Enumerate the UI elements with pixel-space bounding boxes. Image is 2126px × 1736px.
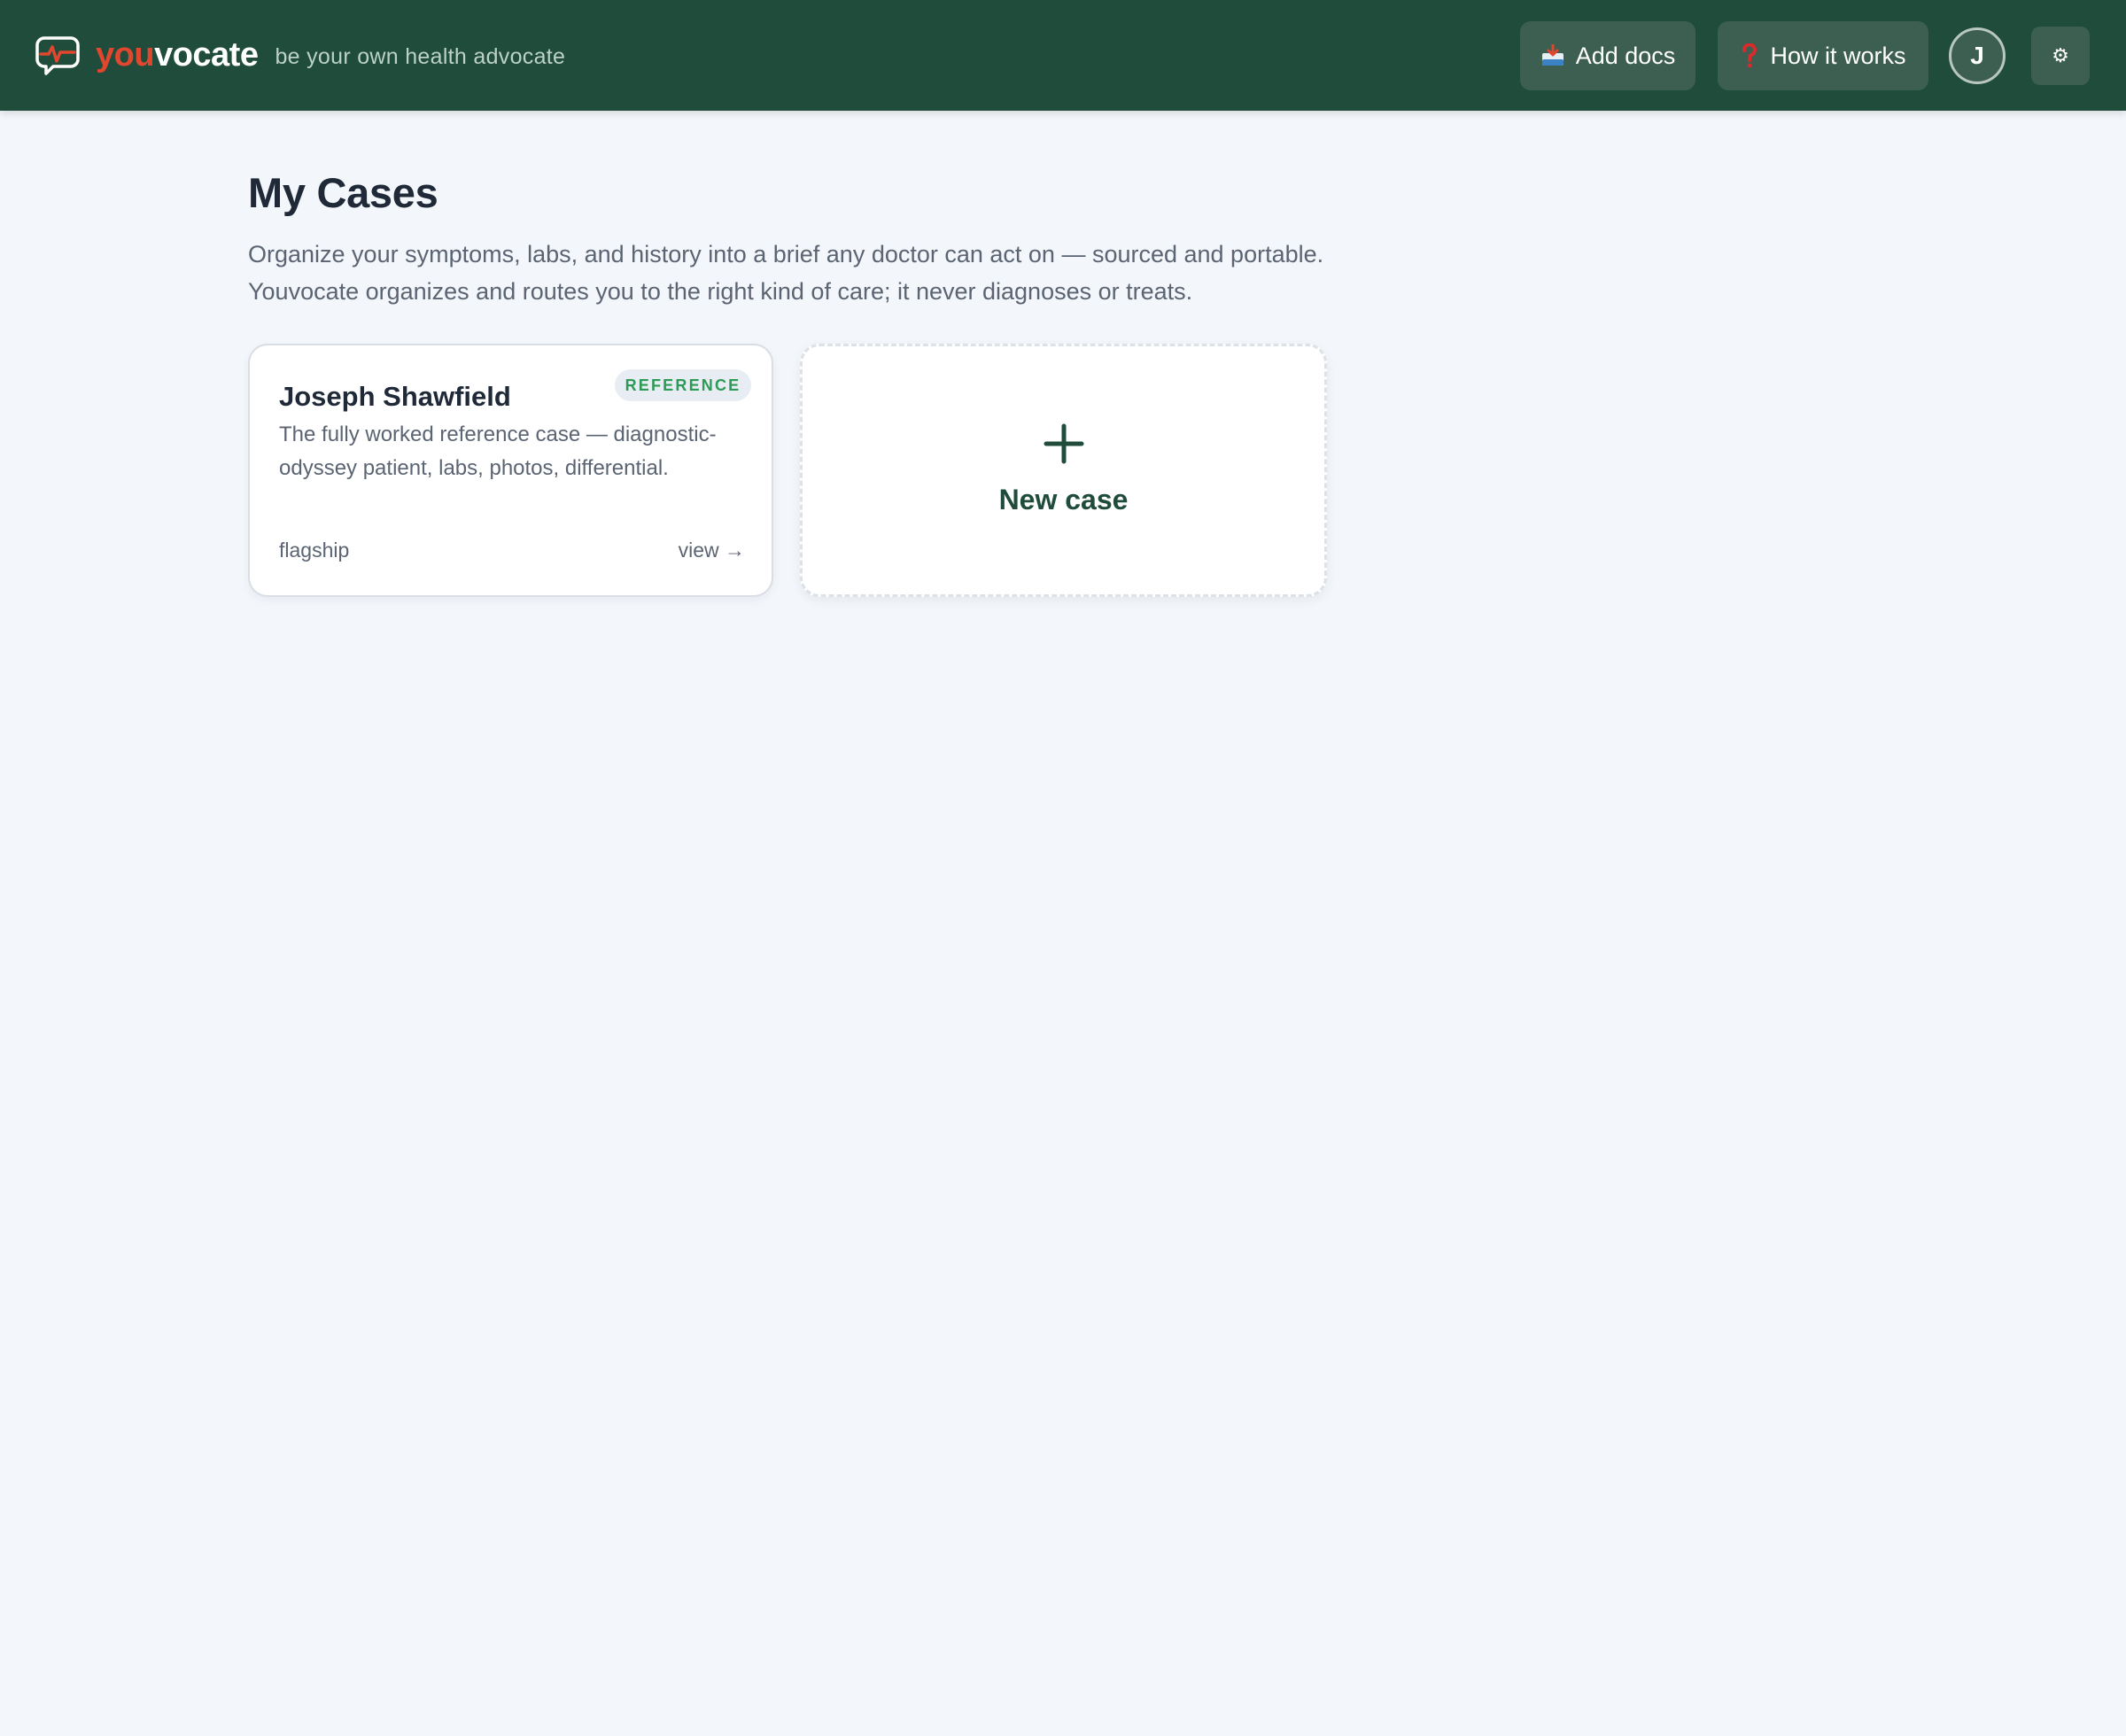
add-docs-label: Add docs	[1575, 42, 1676, 69]
description-line-1: Organize your symptoms, labs, and histor…	[248, 241, 1324, 267]
how-it-works-label: How it works	[1770, 42, 1906, 69]
new-case-button[interactable]: New case	[800, 344, 1327, 597]
red-question-mark-icon	[1740, 43, 1759, 68]
top-navigation-bar: youvocate be your own health advocate Ad…	[0, 0, 2126, 111]
logo-vocate: vocate	[154, 35, 259, 74]
logo-wordmark: youvocate	[96, 35, 259, 74]
inbox-tray-icon	[1540, 44, 1565, 67]
brand[interactable]: youvocate be your own health advocate	[35, 34, 565, 80]
chat-heartbeat-logo-icon	[35, 36, 80, 75]
reference-badge: REFERENCE	[615, 369, 751, 401]
page-title: My Cases	[248, 169, 438, 216]
case-tag: flagship	[279, 539, 350, 562]
tagline: be your own health advocate	[275, 43, 566, 69]
logo-you: you	[96, 35, 155, 74]
case-description: The fully worked reference case — diagno…	[279, 422, 717, 480]
add-docs-button[interactable]: Add docs	[1520, 21, 1695, 90]
case-view-link[interactable]: view →	[679, 539, 745, 562]
case-card[interactable]: Joseph Shawfield REFERENCE The fully wor…	[248, 344, 773, 597]
user-avatar[interactable]: J	[1949, 27, 2006, 84]
plus-icon	[803, 417, 1324, 470]
how-it-works-button[interactable]: How it works	[1718, 21, 1928, 90]
case-name: Joseph Shawfield	[279, 381, 511, 412]
page-description: Organize your symptoms, labs, and histor…	[248, 236, 1488, 310]
description-line-2: Youvocate organizes and routes you to th…	[248, 278, 1193, 305]
new-case-label: New case	[998, 484, 1129, 515]
settings-gear-icon[interactable]: ⚙	[2031, 27, 2090, 85]
